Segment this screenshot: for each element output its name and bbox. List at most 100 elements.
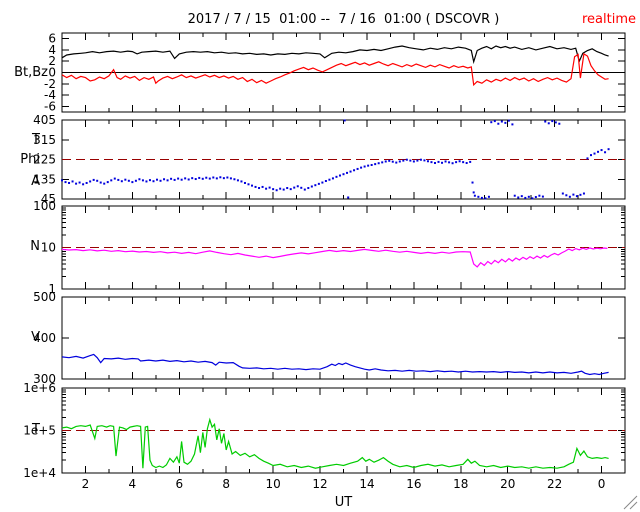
- trace-phi-dot: [258, 187, 261, 190]
- trace-phi-dot: [145, 180, 148, 183]
- x-tick-label: 8: [222, 477, 230, 491]
- trace-phi-dot: [64, 181, 67, 184]
- trace-phi-dot: [117, 178, 120, 181]
- trace-phi-dot: [233, 178, 236, 181]
- trace-phi-dot: [398, 160, 401, 163]
- y-tick-label: 1e+5: [23, 424, 56, 438]
- y-tick-label: 400: [33, 331, 56, 345]
- trace-phi-dot: [173, 178, 176, 181]
- trace-phi-dot: [198, 176, 201, 179]
- trace-phi-dot: [131, 181, 134, 184]
- trace-phi-dot: [342, 173, 345, 176]
- trace-phi-dot: [448, 161, 451, 164]
- trace-phi-dot: [347, 196, 350, 199]
- trace-phi-dot: [527, 195, 530, 198]
- y-tick-label: 315: [33, 133, 56, 147]
- trace-phi-dot: [360, 166, 363, 169]
- trace-phi-dot: [96, 179, 99, 182]
- trace-phi-dot: [141, 179, 144, 182]
- trace-phi-dot: [243, 181, 246, 184]
- trace-phi-dot: [513, 194, 516, 197]
- trace-phi-dot: [433, 162, 436, 165]
- trace-phi-dot: [251, 184, 254, 187]
- trace-phi-dot: [124, 178, 127, 181]
- trace-phi-dot: [346, 171, 349, 174]
- trace-phi-dot: [575, 195, 578, 198]
- trace-phi-dot: [343, 119, 346, 122]
- trace-phi-dot: [71, 180, 74, 183]
- trace-phi-dot: [374, 163, 377, 166]
- trace-phi-dot: [565, 194, 568, 197]
- trace-phi-dot: [441, 161, 444, 164]
- trace-phi-dot: [331, 177, 334, 180]
- trace-phi-dot: [180, 178, 183, 181]
- trace-phi-dot: [487, 195, 490, 198]
- y-tick-label: 405: [33, 113, 56, 127]
- trace-phi-dot: [99, 181, 102, 184]
- trace-phi-dot: [156, 178, 159, 181]
- trace-phi-dot: [68, 181, 71, 184]
- trace-phi-dot: [279, 187, 282, 190]
- trace-phi-dot: [310, 185, 313, 188]
- trace-phi-dot: [282, 188, 285, 191]
- trace-phi-dot: [268, 186, 271, 189]
- trace-phi-dot: [538, 194, 541, 197]
- trace-phi-dot: [353, 169, 356, 172]
- trace-phi-dot: [402, 159, 405, 162]
- trace-phi-dot: [363, 165, 366, 168]
- y-tick-label: 1e+4: [23, 466, 56, 480]
- trace-phi-dot: [205, 176, 208, 179]
- trace-phi-dot: [497, 122, 500, 125]
- x-tick-label: 0: [598, 477, 606, 491]
- trace-phi-dot: [138, 178, 141, 181]
- trace-phi-dot: [469, 160, 472, 163]
- trace-n: [61, 247, 608, 268]
- trace-phi-dot: [82, 183, 85, 186]
- trace-phi-dot: [272, 188, 275, 191]
- trace-phi-dot: [462, 161, 465, 164]
- trace-phi-dot: [473, 194, 476, 197]
- trace-phi-dot: [300, 186, 303, 189]
- trace-phi-dot: [517, 196, 520, 199]
- trace-phi-dot: [293, 186, 296, 189]
- trace-phi-dot: [416, 159, 419, 162]
- trace-phi-dot: [419, 158, 422, 161]
- trace-phi-dot: [212, 176, 215, 179]
- resize-handle-icon[interactable]: [621, 493, 639, 511]
- trace-phi-dot: [85, 181, 88, 184]
- y-tick-label: -6: [44, 99, 56, 113]
- trace-phi-dot: [582, 192, 585, 195]
- trace-phi-dot: [208, 177, 211, 180]
- trace-phi-dot: [493, 120, 496, 123]
- trace-phi-dot: [335, 175, 338, 178]
- trace-phi-dot: [547, 122, 550, 125]
- trace-phi-dot: [349, 170, 352, 173]
- trace-phi-dot: [367, 164, 370, 167]
- trace-phi-dot: [219, 176, 222, 179]
- trace-phi-dot: [261, 185, 264, 188]
- trace-phi-dot: [254, 185, 257, 188]
- trace-phi-dot: [472, 191, 475, 194]
- trace-phi-dot: [75, 182, 78, 185]
- trace-phi-dot: [423, 159, 426, 162]
- trace-phi-dot: [541, 195, 544, 198]
- trace-phi-dot: [554, 121, 557, 124]
- y-tick-label: 225: [33, 153, 56, 167]
- trace-phi-dot: [490, 121, 493, 124]
- x-tick-label: 20: [500, 477, 515, 491]
- trace-phi-dot: [531, 197, 534, 200]
- trace-phi-dot: [163, 178, 166, 181]
- trace-phi-dot: [409, 159, 412, 162]
- trace-phi-dot: [159, 179, 162, 182]
- trace-phi-dot: [296, 185, 299, 188]
- trace-phi-dot: [103, 182, 106, 185]
- y-tick-label: 10: [41, 241, 56, 255]
- trace-phi-dot: [61, 179, 63, 182]
- trace-phi-dot: [307, 187, 310, 190]
- trace-phi-dot: [275, 189, 278, 192]
- trace-phi-dot: [356, 167, 359, 170]
- chart-canvas: 6420-2-4-6405315225135451001015004003001…: [23, 32, 626, 491]
- trace-phi-dot: [458, 160, 461, 163]
- trace-phi-dot: [184, 177, 187, 180]
- trace-phi-dot: [187, 178, 190, 181]
